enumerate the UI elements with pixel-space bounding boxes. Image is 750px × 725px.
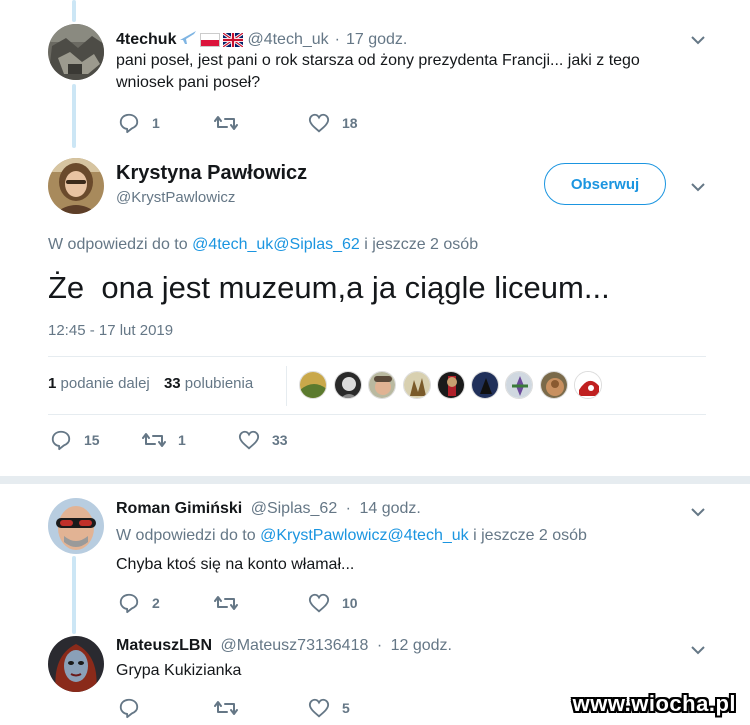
like-count: 10 bbox=[342, 595, 358, 611]
chevron-down-icon[interactable] bbox=[690, 34, 706, 46]
reply-button[interactable] bbox=[118, 697, 214, 719]
liker-avatar[interactable] bbox=[574, 371, 602, 399]
retweet-icon bbox=[142, 433, 166, 447]
avatar[interactable] bbox=[48, 158, 104, 214]
like-button[interactable]: 18 bbox=[308, 112, 358, 134]
reply-context-prefix: W odpowiedzi do to bbox=[116, 527, 256, 544]
tweet-timestamp[interactable]: 12:45 - 17 lut 2019 bbox=[48, 322, 173, 339]
meta-dot: · bbox=[376, 637, 383, 654]
heart-icon bbox=[308, 113, 330, 133]
retweet-stat[interactable]: 1 podanie dalej bbox=[48, 375, 154, 392]
reply-count: 2 bbox=[152, 595, 160, 611]
reply-icon bbox=[119, 593, 139, 614]
chevron-down-icon[interactable] bbox=[690, 506, 706, 518]
tweet-text: Chyba ktoś się na konto włamał... bbox=[116, 556, 355, 573]
tweet-text-line: wniosek pani poseł? bbox=[116, 74, 261, 91]
thread-line-reply2 bbox=[72, 556, 76, 634]
like-button[interactable]: 5 bbox=[308, 697, 350, 719]
heart-icon bbox=[238, 430, 260, 450]
retweet-count: 1 bbox=[178, 432, 186, 448]
like-count: 18 bbox=[342, 115, 358, 131]
reply-button[interactable]: 2 bbox=[118, 592, 214, 614]
retweet-stat-label: podanie dalej bbox=[60, 375, 150, 392]
retweet-stat-count: 1 bbox=[48, 375, 57, 392]
reply-icon bbox=[119, 113, 139, 134]
liker-avatar[interactable] bbox=[437, 371, 465, 399]
reply-context-link[interactable]: @KrystPawlowicz@4tech_uk bbox=[260, 527, 469, 544]
heart-icon bbox=[308, 698, 330, 718]
retweet-icon bbox=[214, 116, 238, 130]
like-stat-count: 33 bbox=[163, 375, 181, 392]
author-handle[interactable]: @4tech_uk bbox=[247, 31, 328, 49]
main-tweet-text: Że ona jest muzeum,a ja ciągle liceum... bbox=[48, 270, 610, 305]
divider bbox=[48, 356, 706, 357]
tweet-text: Grypa Kukizianka bbox=[116, 662, 242, 679]
reply-count: 15 bbox=[84, 432, 100, 448]
divider bbox=[48, 414, 706, 415]
divider-vertical bbox=[286, 366, 287, 406]
like-button[interactable]: 33 bbox=[238, 429, 288, 451]
retweet-icon bbox=[214, 596, 238, 610]
avatar[interactable] bbox=[48, 636, 104, 692]
author-handle[interactable]: @Siplas_62 bbox=[251, 500, 338, 517]
like-count: 33 bbox=[272, 432, 288, 448]
like-stat[interactable]: 33 polubienia bbox=[164, 375, 253, 392]
author-name[interactable]: Krystyna Pawłowicz bbox=[116, 162, 307, 185]
liker-avatar[interactable] bbox=[403, 371, 431, 399]
uk-flag-icon bbox=[223, 32, 244, 47]
like-button[interactable]: 10 bbox=[308, 592, 358, 614]
reply-button[interactable]: 1 bbox=[118, 112, 214, 134]
tweet-time[interactable]: 12 godz. bbox=[391, 637, 452, 654]
thread-line-reply1 bbox=[72, 84, 76, 148]
chevron-down-icon[interactable] bbox=[690, 644, 706, 656]
tweet-text-line: pani poseł, jest pani o rok starsza od ż… bbox=[116, 52, 640, 69]
watermark: www.wiocha.pl bbox=[572, 691, 736, 716]
liker-avatar[interactable] bbox=[368, 371, 396, 399]
author-handle[interactable]: @KrystPawlowicz bbox=[116, 189, 235, 206]
retweet-button[interactable] bbox=[214, 112, 308, 134]
divider bbox=[0, 476, 750, 484]
heart-icon bbox=[308, 593, 330, 613]
meta-dot: · bbox=[334, 30, 340, 48]
reply-context: W odpowiedzi do to @4tech_uk@Siplas_62 i… bbox=[48, 236, 478, 254]
poland-flag-icon bbox=[200, 32, 221, 47]
reply-context-link[interactable]: @4tech_uk@Siplas_62 bbox=[192, 236, 360, 253]
reply-icon bbox=[119, 698, 139, 719]
chevron-down-icon[interactable] bbox=[690, 181, 706, 193]
author-handle[interactable]: @Mateusz73136418 bbox=[220, 637, 368, 654]
liker-avatar[interactable] bbox=[299, 371, 327, 399]
liker-avatar[interactable] bbox=[334, 371, 362, 399]
avatar[interactable] bbox=[48, 498, 104, 554]
author-name[interactable]: Roman Gimiński bbox=[116, 500, 242, 517]
reply-context: W odpowiedzi do to @KrystPawlowicz@4tech… bbox=[116, 527, 587, 545]
thread-line-top bbox=[72, 0, 76, 22]
tweet-time[interactable]: 14 godz. bbox=[359, 500, 420, 517]
reply-button[interactable]: 15 bbox=[50, 429, 142, 451]
avatar[interactable] bbox=[48, 24, 104, 80]
follow-button[interactable]: Obserwuj bbox=[544, 163, 666, 205]
meta-dot: · bbox=[345, 500, 351, 517]
airplane-icon bbox=[178, 28, 198, 51]
reply-icon bbox=[51, 430, 71, 451]
reply-context-suffix: i jeszcze 2 osób bbox=[473, 527, 587, 544]
retweet-button[interactable] bbox=[214, 697, 308, 719]
like-count: 5 bbox=[342, 700, 350, 716]
reply-context-prefix: W odpowiedzi do to bbox=[48, 236, 188, 253]
like-stat-label: polubienia bbox=[184, 375, 254, 392]
retweet-button[interactable]: 1 bbox=[142, 429, 238, 451]
liker-avatar[interactable] bbox=[505, 371, 533, 399]
reply-count: 1 bbox=[152, 115, 160, 131]
retweet-button[interactable] bbox=[214, 592, 308, 614]
reply-context-suffix: i jeszcze 2 osób bbox=[364, 236, 479, 253]
author-name[interactable]: MateuszLBN bbox=[116, 637, 212, 654]
author-name[interactable]: 4techuk bbox=[116, 31, 176, 49]
liker-avatar[interactable] bbox=[540, 371, 568, 399]
retweet-icon bbox=[214, 701, 238, 715]
liker-avatar[interactable] bbox=[471, 371, 499, 399]
tweet-time[interactable]: 17 godz. bbox=[346, 31, 407, 49]
